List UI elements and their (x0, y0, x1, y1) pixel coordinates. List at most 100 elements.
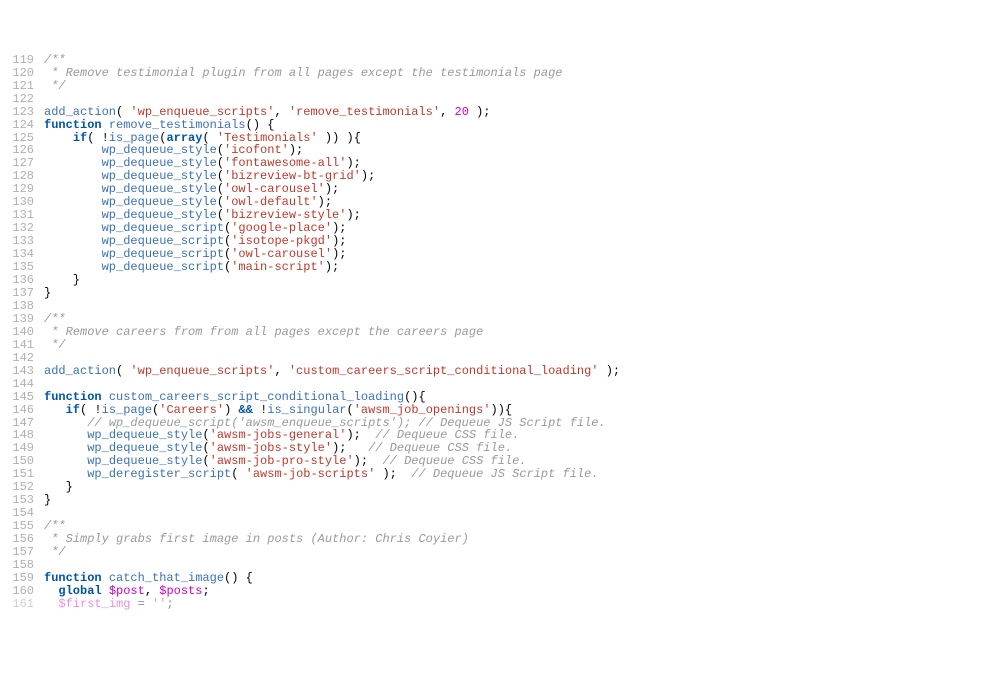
token (44, 195, 102, 209)
code-content[interactable]: } (44, 287, 1000, 300)
line-number: 124 (0, 119, 44, 132)
token: wp_dequeue_script (102, 234, 224, 248)
code-content[interactable]: */ (44, 80, 1000, 93)
code-line[interactable]: 143add_action( 'wp_enqueue_scripts', 'cu… (0, 365, 1000, 378)
token: 'awsm-jobs-style' (210, 441, 332, 455)
code-content[interactable]: global $post, $posts; (44, 585, 1000, 598)
token: ) (224, 403, 238, 417)
code-content[interactable]: * Remove careers from from all pages exc… (44, 326, 1000, 339)
token: wp_dequeue_style (87, 441, 202, 455)
token: && (238, 403, 252, 417)
token: ); (346, 208, 360, 222)
code-content[interactable]: wp_deregister_script( 'awsm-job-scripts'… (44, 468, 1000, 481)
token: 'Careers' (159, 403, 224, 417)
token: custom_careers_script_conditional_loadin… (109, 390, 404, 404)
token: // Dequeue CSS file. (375, 428, 519, 442)
token: // Dequeue CSS file. (368, 441, 512, 455)
token (44, 131, 73, 145)
token: ); (325, 260, 339, 274)
token: global (58, 584, 101, 598)
token: wp_dequeue_script (102, 221, 224, 235)
code-content[interactable]: } (44, 481, 1000, 494)
token: )){ (491, 403, 513, 417)
token: is_page (102, 403, 152, 417)
token: * Remove testimonial plugin from all pag… (44, 66, 562, 80)
token: ); (346, 428, 375, 442)
token (44, 403, 66, 417)
code-line[interactable]: 141 */ (0, 339, 1000, 352)
token: ); (361, 169, 375, 183)
token: 'awsm_job_openings' (354, 403, 491, 417)
token (44, 143, 102, 157)
token: wp_deregister_script (87, 467, 231, 481)
token: 'main-script' (231, 260, 325, 274)
token: 20 (455, 105, 469, 119)
code-line[interactable]: 138 (0, 300, 1000, 313)
token: ); (346, 156, 360, 170)
token (44, 416, 87, 430)
code-content[interactable]: * Remove testimonial plugin from all pag… (44, 67, 1000, 80)
token (44, 169, 102, 183)
code-line[interactable]: 157 */ (0, 546, 1000, 559)
code-line[interactable]: 154 (0, 507, 1000, 520)
line-number: 140 (0, 326, 44, 339)
line-number: 120 (0, 67, 44, 80)
code-line[interactable]: 121 */ (0, 80, 1000, 93)
token: add_action (44, 364, 116, 378)
token: 'icofont' (224, 143, 289, 157)
token: wp_dequeue_script (102, 247, 224, 261)
line-number: 141 (0, 339, 44, 352)
code-line[interactable]: 120 * Remove testimonial plugin from all… (0, 67, 1000, 80)
token: function (44, 118, 102, 132)
code-content[interactable]: */ (44, 546, 1000, 559)
token: , (274, 364, 288, 378)
token: , (440, 105, 454, 119)
code-content[interactable]: } (44, 274, 1000, 287)
code-content[interactable]: add_action( 'wp_enqueue_scripts', 'custo… (44, 365, 1000, 378)
token: 'owl-carousel' (231, 247, 332, 261)
code-editor[interactable]: 119/**120 * Remove testimonial plugin fr… (0, 52, 1000, 611)
token (44, 247, 102, 261)
token: is_page (109, 131, 159, 145)
token (102, 584, 109, 598)
code-line[interactable]: 161 $first_img = ''; (0, 598, 1000, 611)
code-line[interactable]: 135 wp_dequeue_script('main-script'); (0, 261, 1000, 274)
token: 'custom_careers_script_conditional_loadi… (289, 364, 599, 378)
token: ! (253, 403, 267, 417)
token: wp_dequeue_style (102, 182, 217, 196)
token: catch_that_image (109, 571, 224, 585)
code-line[interactable]: 151 wp_deregister_script( 'awsm-job-scri… (0, 468, 1000, 481)
token: ); (375, 467, 411, 481)
token: * Remove careers from from all pages exc… (44, 325, 483, 339)
token: $posts (159, 584, 202, 598)
token: 'remove_testimonials' (289, 105, 440, 119)
token: */ (44, 545, 66, 559)
code-line[interactable]: 152 } (0, 481, 1000, 494)
token: 'fontawesome-all' (224, 156, 346, 170)
token: (){ (404, 390, 426, 404)
token: )) ){ (318, 131, 361, 145)
code-line[interactable]: 140 * Remove careers from from all pages… (0, 326, 1000, 339)
token (102, 390, 109, 404)
code-content[interactable]: */ (44, 339, 1000, 352)
token: // wp_dequeue_script('awsm_enqueue_scrip… (87, 416, 605, 430)
code-line[interactable]: 136 } (0, 274, 1000, 287)
token (44, 234, 102, 248)
token: 'bizreview-style' (224, 208, 346, 222)
code-line[interactable]: 153} (0, 494, 1000, 507)
token: = (130, 597, 152, 611)
line-number: 161 (0, 598, 44, 611)
code-line[interactable]: 137} (0, 287, 1000, 300)
line-number: 160 (0, 585, 44, 598)
code-content[interactable]: wp_dequeue_script('main-script'); (44, 261, 1000, 274)
token: * Simply grabs first image in posts (Aut… (44, 532, 469, 546)
code-content[interactable]: $first_img = ''; (44, 598, 1000, 611)
token: // Dequeue JS Script file. (411, 467, 598, 481)
code-content[interactable]: } (44, 494, 1000, 507)
token: wp_dequeue_style (102, 169, 217, 183)
code-content[interactable]: * Simply grabs first image in posts (Aut… (44, 533, 1000, 546)
token: ); (469, 105, 491, 119)
token: ); (332, 234, 346, 248)
line-number: 138 (0, 300, 44, 313)
code-line[interactable]: 156 * Simply grabs first image in posts … (0, 533, 1000, 546)
